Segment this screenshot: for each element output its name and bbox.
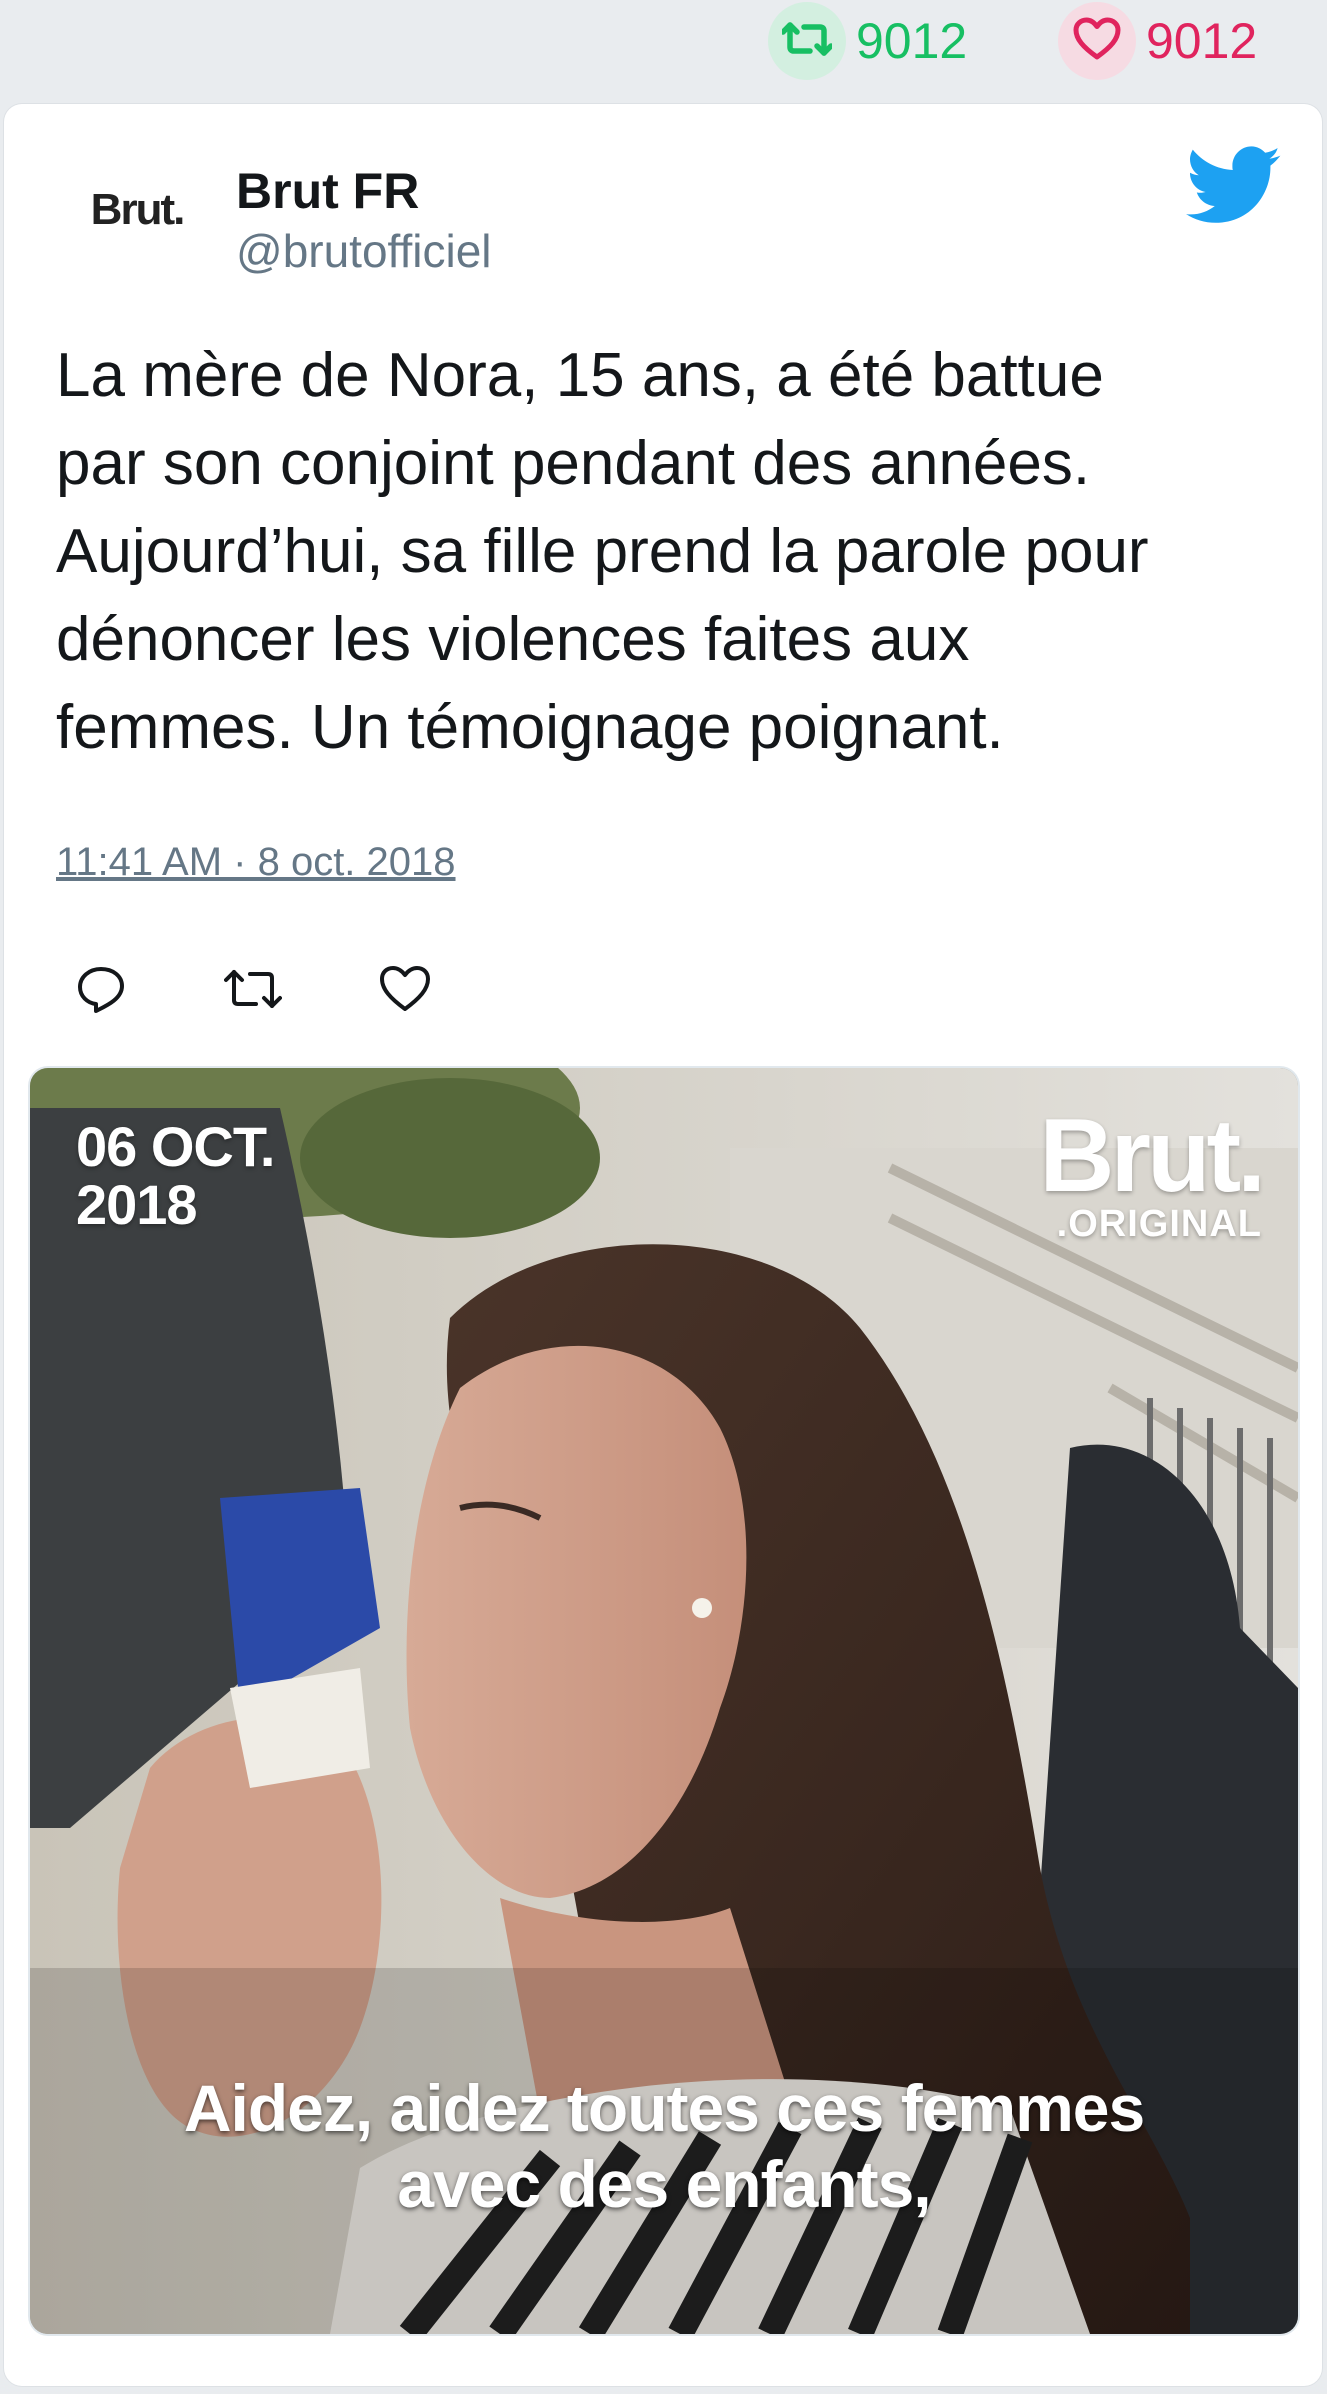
- reply-button[interactable]: [66, 956, 136, 1026]
- brut-original-label: .ORIGINAL: [1056, 1203, 1262, 1245]
- video-date-overlay: 06 OCT. 2018: [76, 1115, 275, 1236]
- retweet-bubble[interactable]: [768, 2, 846, 80]
- like-bubble[interactable]: [1058, 2, 1136, 80]
- retweet-icon: [780, 19, 834, 64]
- retweet-count: 9012: [856, 13, 968, 69]
- like-count: 9012: [1146, 13, 1258, 69]
- retweet-button[interactable]: [218, 956, 288, 1026]
- like-stat[interactable]: 9012: [1058, 2, 1258, 80]
- author-name[interactable]: Brut FR: [236, 162, 419, 220]
- stats-bar: 9012 9012: [0, 0, 1327, 96]
- tweet-card: Brut. Brut FR @brutofficiel La mère de N…: [4, 104, 1322, 2386]
- brut-logo-text: Brut.: [1039, 1098, 1266, 1214]
- tweet-timestamp[interactable]: 11:41 AM · 8 oct. 2018: [56, 840, 456, 885]
- avatar-logo-text: Brut.: [90, 185, 186, 234]
- like-icon: [379, 965, 431, 1018]
- video-thumbnail[interactable]: 06 OCT. 2018 Brut. .ORIGINAL Aidez, aide…: [30, 1068, 1298, 2334]
- reply-icon: [76, 964, 126, 1019]
- twitter-bird-icon[interactable]: [1186, 146, 1282, 226]
- video-subtitle: Aidez, aidez toutes ces femmes avec des …: [183, 2071, 1145, 2221]
- like-button[interactable]: [370, 956, 440, 1026]
- tweet-text: La mère de Nora, 15 ans, a été battue pa…: [56, 341, 1149, 762]
- retweet-icon: [224, 966, 282, 1017]
- brut-original-logo: Brut. .ORIGINAL: [1039, 1098, 1266, 1245]
- heart-icon: [1073, 17, 1121, 66]
- avatar[interactable]: Brut.: [48, 158, 226, 262]
- author-handle[interactable]: @brutofficiel: [236, 224, 492, 278]
- retweet-stat[interactable]: 9012: [768, 2, 968, 80]
- tweet-actions: [66, 956, 522, 1026]
